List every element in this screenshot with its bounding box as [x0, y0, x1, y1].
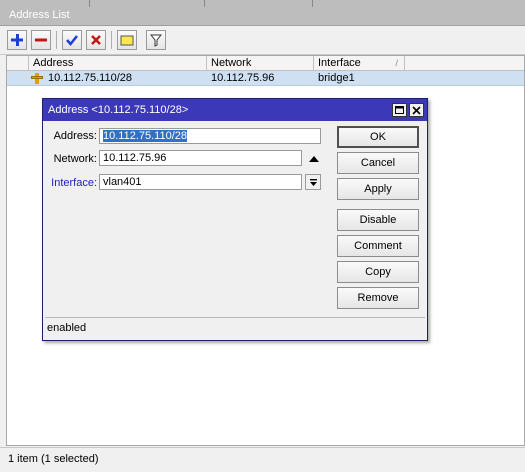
table-row[interactable]: 10.112.75.110/28 10.112.75.96 bridge1: [7, 71, 524, 86]
column-header-label: Address: [33, 57, 74, 69]
interface-label: Interface:: [51, 177, 97, 189]
interface-value: vlan401: [103, 176, 142, 188]
ok-button[interactable]: OK: [337, 126, 419, 148]
titlebar-divider: [312, 0, 313, 7]
maximize-button[interactable]: [392, 103, 407, 117]
copy-button[interactable]: Copy: [337, 261, 419, 283]
add-button[interactable]: [7, 30, 27, 50]
interface-dropdown-button[interactable]: [305, 174, 321, 190]
network-label: Network:: [53, 153, 97, 165]
column-header-network[interactable]: Network: [207, 56, 314, 71]
dialog-titlebar[interactable]: Address <10.112.75.110/28>: [43, 99, 427, 121]
cross-icon: [91, 35, 101, 45]
checkmark-icon: [66, 35, 78, 46]
column-header-blank: [7, 56, 29, 71]
disable-button[interactable]: Disable: [337, 209, 419, 231]
close-icon: [412, 105, 421, 115]
toolbar: [0, 27, 525, 55]
filter-button[interactable]: [146, 30, 166, 50]
dialog-title: Address <10.112.75.110/28>: [48, 104, 189, 116]
list-titlebar[interactable]: Address List: [0, 0, 525, 26]
network-field[interactable]: 10.112.75.96: [99, 150, 302, 166]
cancel-button[interactable]: Cancel: [337, 152, 419, 174]
column-header-interface[interactable]: Interface /: [314, 56, 405, 71]
remove-button[interactable]: [31, 30, 51, 50]
note-icon: [120, 35, 134, 46]
column-header-label: Network: [211, 57, 252, 69]
network-value: 10.112.75.96: [103, 152, 167, 164]
address-value: 10.112.75.110/28: [103, 130, 188, 142]
dialog-status-text: enabled: [47, 322, 87, 334]
status-bar: 1 item (1 selected): [0, 447, 525, 472]
dropdown-arrow-icon: [309, 178, 317, 186]
sort-arrow-icon: /: [395, 58, 398, 68]
column-header-label: Interface: [318, 57, 361, 69]
plus-icon: [11, 34, 23, 46]
cell-network: 10.112.75.96: [211, 72, 275, 84]
cell-interface: bridge1: [318, 72, 355, 84]
maximize-icon: [395, 106, 404, 114]
address-label: Address:: [53, 130, 97, 142]
address-dialog: Address <10.112.75.110/28> Address: 10.1…: [42, 98, 428, 341]
list-window-title: Address List: [9, 9, 70, 21]
dialog-status-bar: enabled: [45, 317, 425, 338]
address-field[interactable]: 10.112.75.110/28: [99, 128, 321, 144]
comment-button[interactable]: Comment: [337, 235, 419, 257]
table-header: Address Network Interface /: [7, 56, 524, 71]
toolbar-separator: [111, 31, 112, 49]
status-text: 1 item (1 selected): [8, 453, 99, 465]
apply-button[interactable]: Apply: [337, 178, 419, 200]
interface-field[interactable]: vlan401: [99, 174, 302, 190]
close-button[interactable]: [409, 103, 424, 117]
titlebar-divider: [89, 0, 90, 7]
address-icon: [31, 73, 43, 88]
cell-address: 10.112.75.110/28: [48, 72, 133, 84]
remove-button[interactable]: Remove: [337, 287, 419, 309]
column-header-address[interactable]: Address: [29, 56, 207, 71]
filter-icon: [150, 34, 162, 47]
triangle-up-icon: [309, 156, 319, 162]
enable-button[interactable]: [62, 30, 82, 50]
titlebar-divider: [204, 0, 205, 7]
disable-button[interactable]: [86, 30, 106, 50]
toolbar-separator: [56, 31, 57, 49]
minus-icon: [35, 38, 47, 42]
comment-button[interactable]: [117, 30, 137, 50]
network-collapse-button[interactable]: [308, 154, 320, 164]
